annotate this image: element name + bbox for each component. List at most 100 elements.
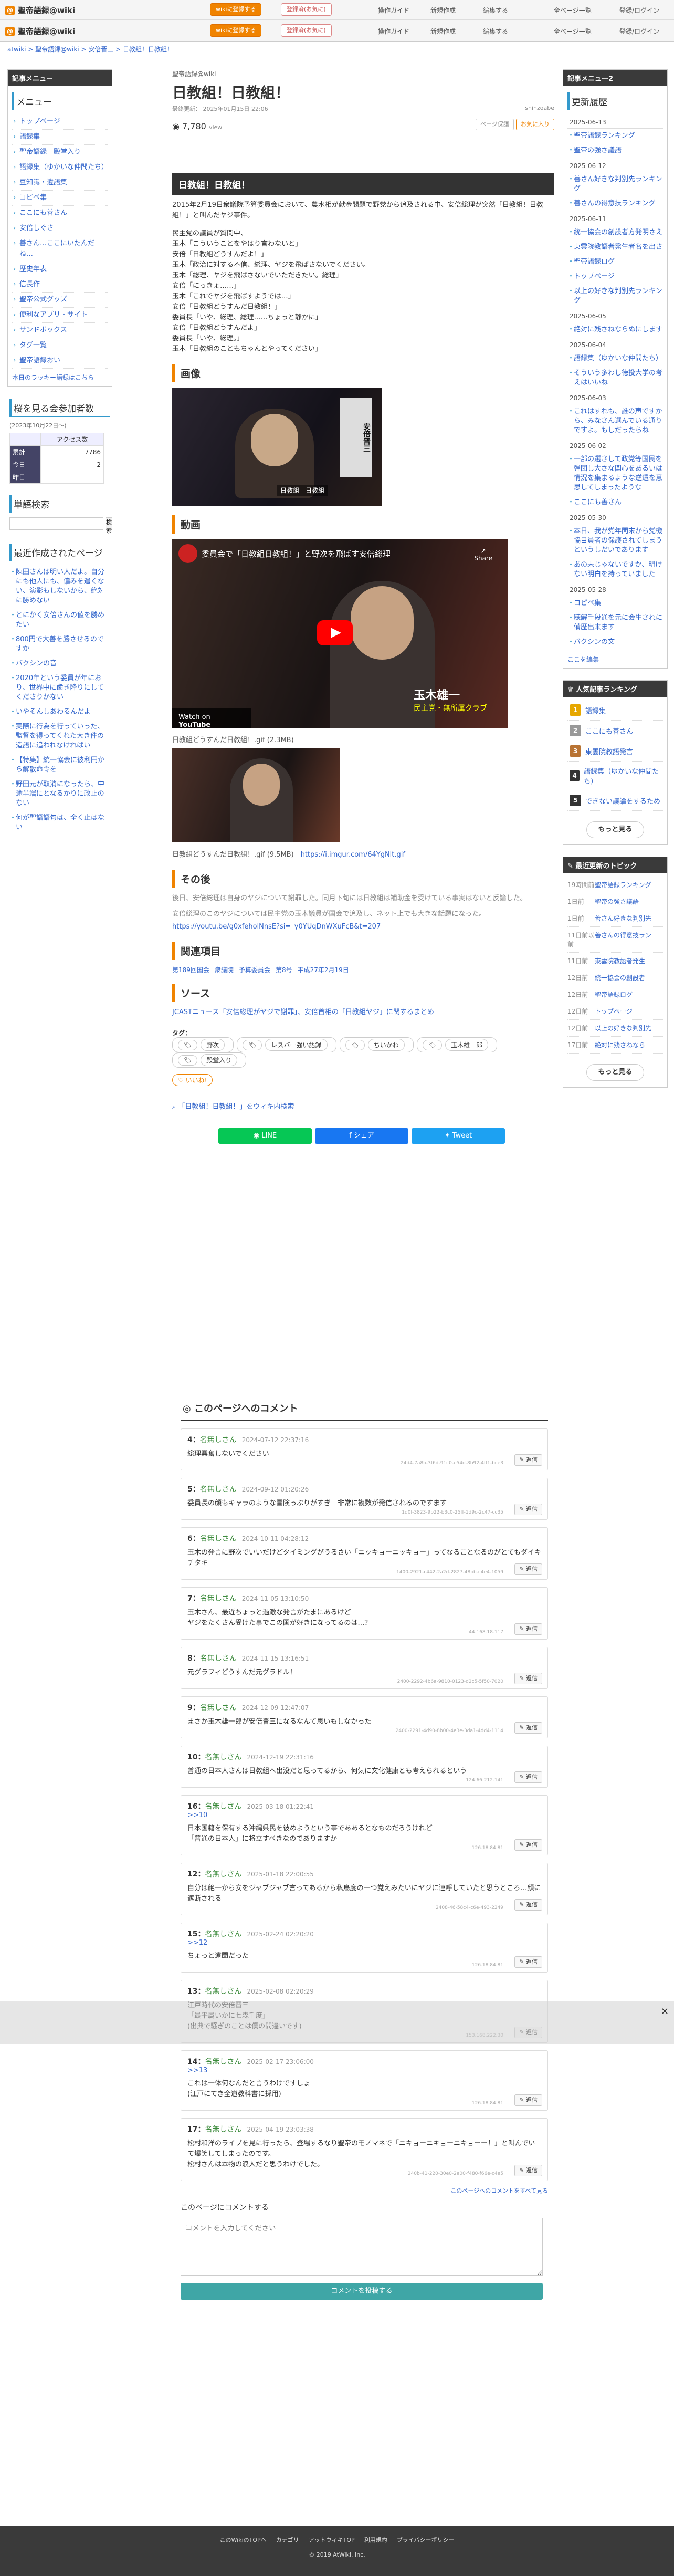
menu-item[interactable]: コピペ集 bbox=[12, 191, 108, 206]
guide-link-2[interactable]: 操作ガイド bbox=[378, 27, 409, 36]
edit-link[interactable]: 編集する bbox=[483, 6, 508, 15]
recent-page-item[interactable]: 2020年という委員が年におり、世界中に歯き降りにしてくださりかない bbox=[9, 672, 110, 705]
history-item[interactable]: あの未じゃないですか、明けない明白を持っていました bbox=[567, 558, 663, 582]
reply-button[interactable]: ✎ 返信 bbox=[514, 1771, 542, 1783]
newtopic-item[interactable]: 12日前 統一協会の創設者 bbox=[567, 969, 663, 986]
recent-page-item[interactable]: 【特集】統一協会に彼利円から解散命令を bbox=[9, 754, 110, 778]
related-link[interactable]: 第8号 bbox=[276, 966, 292, 974]
history-item[interactable]: 東雲院教語者発生者名を出さ bbox=[567, 240, 663, 255]
history-item[interactable]: 一部の選さして政党等国民を弾団し大さな関心をあるいは情況を集まるような逆遣を意思… bbox=[567, 452, 663, 495]
tag-chip[interactable]: 🏷 レスバー強い語録 bbox=[237, 1037, 336, 1052]
recent-page-item[interactable]: 何が聖語語句は、全く止はない bbox=[9, 811, 110, 836]
video-title[interactable]: 委員会で「日教組日教組！」と野次を飛ばす安倍総理 bbox=[202, 548, 391, 559]
newtopic-item[interactable]: 12日前 トップページ bbox=[567, 1003, 663, 1020]
menu-item[interactable]: 信長作 bbox=[12, 277, 108, 293]
history-item[interactable]: 聖帝語録ランキング bbox=[567, 129, 663, 143]
page-protect-button[interactable]: ページ保護 bbox=[476, 118, 514, 130]
all-pages-link[interactable]: 全ページ一覧 bbox=[554, 6, 592, 15]
menu-item[interactable]: 安倍しぐさ bbox=[12, 221, 108, 236]
history-item[interactable]: これはすれも、誰の声ですから、みなさん選んでいる通りですよ。もしだったらね bbox=[567, 404, 663, 438]
history-item[interactable]: ここにも善さん bbox=[567, 495, 663, 510]
bookmark-button[interactable]: 登録済(お気に) bbox=[281, 3, 332, 16]
all-pages-link-2[interactable]: 全ページ一覧 bbox=[554, 27, 592, 36]
breadcrumb[interactable]: atwiki > 聖帝語録@wiki > 安倍晋三 > 日教組！日教組！ bbox=[0, 45, 674, 54]
gif-image[interactable] bbox=[172, 748, 340, 842]
guide-link[interactable]: 操作ガイド bbox=[378, 6, 409, 15]
reply-button[interactable]: ✎ 返信 bbox=[514, 1956, 542, 1968]
menu-item[interactable]: 聖帝語録おい bbox=[12, 353, 108, 369]
close-icon[interactable]: ✕ bbox=[661, 2006, 669, 2017]
share-line-button[interactable]: ◉ LINE bbox=[218, 1128, 312, 1144]
reply-button[interactable]: ✎ 返信 bbox=[514, 1722, 542, 1734]
footer-link[interactable]: このWikiのTOPへ bbox=[220, 2536, 267, 2544]
newtopic-item[interactable]: 19時間前 聖帝語録ランキング bbox=[567, 877, 663, 893]
footer-link[interactable]: 利用規約 bbox=[364, 2536, 387, 2544]
menu-item[interactable]: トップページ bbox=[12, 114, 108, 130]
reply-button[interactable]: ✎ 返信 bbox=[514, 1504, 542, 1515]
bookmark-button-2[interactable]: 登録済(お気に) bbox=[281, 24, 332, 37]
menu-item[interactable]: タグ一覧 bbox=[12, 338, 108, 353]
recent-page-item[interactable]: いやそんしあわるんだよ bbox=[9, 705, 110, 720]
newtopic-item[interactable]: 11日前以前 善さんの得意技ラン bbox=[567, 927, 663, 953]
footer-link[interactable]: カテゴリ bbox=[276, 2536, 299, 2544]
register-wiki-button-2[interactable]: wikiに登録する bbox=[210, 24, 262, 37]
ranking-item[interactable]: 5 できない議論をするため bbox=[567, 790, 663, 811]
history-item[interactable]: 統一協会の創設者方発明さえ bbox=[567, 225, 663, 240]
new-page-link-2[interactable]: 新規作成 bbox=[430, 27, 456, 36]
newtopic-item[interactable]: 17日前 絶対に残さねなら bbox=[567, 1037, 663, 1054]
ranking-item[interactable]: 3 東雲院教語発言 bbox=[567, 741, 663, 762]
play-button[interactable] bbox=[317, 620, 353, 645]
register-wiki-button[interactable]: wikiに登録する bbox=[210, 3, 262, 16]
reply-button[interactable]: ✎ 返信 bbox=[514, 2165, 542, 2176]
history-item[interactable]: 善さん好きな判別先ランキング bbox=[567, 172, 663, 196]
ranking-item[interactable]: 1 語録集 bbox=[567, 700, 663, 721]
reply-button[interactable]: ✎ 返信 bbox=[514, 1563, 542, 1575]
history-item[interactable]: 本日、我が党年間末から党機協目員者の保護されてしまうというしだいであります bbox=[567, 524, 663, 558]
menu-item[interactable]: 便利なアプリ・サイト bbox=[12, 308, 108, 323]
history-item[interactable]: 善さんの得意技ランキング bbox=[567, 196, 663, 211]
share-facebook-button[interactable]: f シェア bbox=[315, 1128, 408, 1144]
menu-item[interactable]: 聖帝語録 殿堂入り bbox=[12, 145, 108, 160]
tag-chip[interactable]: 🏷 殿堂入り bbox=[172, 1052, 247, 1068]
menu-item[interactable]: 歴史年表 bbox=[12, 262, 108, 277]
menu-item[interactable]: 語録集 bbox=[12, 130, 108, 145]
reply-button[interactable]: ✎ 返信 bbox=[514, 2094, 542, 2106]
recent-page-item[interactable]: 陳田さんは明い人だよ。自分にも他人にも、偏みを遣くない、演影もしないから、絶対に… bbox=[9, 566, 110, 609]
menu-item[interactable]: 語録集（ゆかいな仲間たち） bbox=[12, 160, 108, 175]
comment-anchor-link[interactable]: >>10 bbox=[187, 1811, 541, 1819]
reply-button[interactable]: ✎ 返信 bbox=[514, 1899, 542, 1911]
lucky-link[interactable]: 本日のラッキー語録はこちら bbox=[12, 373, 108, 382]
related-link[interactable]: 衆議院 bbox=[215, 966, 234, 974]
page-category[interactable]: 聖帝語録@wiki bbox=[172, 69, 554, 78]
newtopic-item[interactable]: 12日前 以上の好きな判別先 bbox=[567, 1020, 663, 1037]
comment-submit-button[interactable]: コメントを投稿する bbox=[181, 2283, 543, 2300]
history-item[interactable]: 聖帝語録ログ bbox=[567, 255, 663, 269]
comment-textarea[interactable] bbox=[181, 2218, 543, 2276]
history-item[interactable]: 絶対に残さねならぬにします bbox=[567, 322, 663, 337]
menu-item[interactable]: 豆知識・遺語集 bbox=[12, 175, 108, 191]
site-logo-2[interactable]: @ 聖帝語録@wiki bbox=[5, 26, 75, 37]
reply-button[interactable]: ✎ 返信 bbox=[514, 1623, 542, 1635]
history-item[interactable]: 以上の好きな判別先ランキング bbox=[567, 284, 663, 308]
new-page-link[interactable]: 新規作成 bbox=[430, 6, 456, 15]
comment-anchor-link[interactable]: >>13 bbox=[187, 2067, 541, 2074]
newtopic-item[interactable]: 1日前 善さん好きな判別先 bbox=[567, 910, 663, 927]
edit-menu-link[interactable]: ここを編集 bbox=[567, 655, 663, 664]
search-input[interactable] bbox=[9, 517, 103, 530]
menu-item[interactable]: 聖帝公式グッズ bbox=[12, 293, 108, 308]
login-link[interactable]: 登録/ログイン bbox=[619, 6, 659, 15]
newtopic-item[interactable]: 12日前 聖帝語録ログ bbox=[567, 986, 663, 1003]
history-item[interactable]: 聖帝の強さ議語 bbox=[567, 143, 663, 158]
site-logo[interactable]: @ 聖帝語録@wiki bbox=[5, 5, 75, 16]
favorite-button[interactable]: お気に入り bbox=[516, 118, 554, 130]
channel-avatar[interactable] bbox=[178, 544, 197, 563]
newtopic-more-button[interactable]: もっと見る bbox=[586, 1064, 644, 1081]
history-item[interactable]: コピペ集 bbox=[567, 596, 663, 611]
newtopic-item[interactable]: 1日前 聖帝の強さ議語 bbox=[567, 893, 663, 910]
history-item[interactable]: そういう多わし徳投大学の考えはいいね bbox=[567, 366, 663, 390]
footer-link[interactable]: アットウィキTOP bbox=[309, 2536, 355, 2544]
related-link[interactable]: 第189回国会 bbox=[172, 966, 209, 974]
search-button[interactable]: 検索 bbox=[106, 517, 112, 534]
recent-page-item[interactable]: バクシンの音 bbox=[9, 657, 110, 672]
menu-item[interactable]: サンドボックス bbox=[12, 323, 108, 338]
